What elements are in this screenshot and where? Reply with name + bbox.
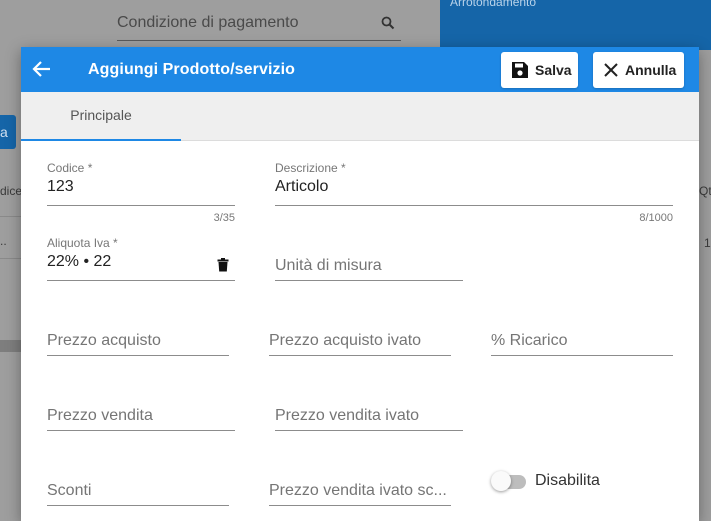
- unita-misura-underline: [275, 280, 463, 281]
- aliquota-iva-select[interactable]: Aliquota Iva * 22% • 22: [47, 236, 235, 282]
- aliquota-iva-underline: [47, 280, 235, 281]
- background-rounding-panel: Arrotondamento: [440, 0, 711, 50]
- arrow-left-icon[interactable]: [31, 58, 53, 80]
- search-icon: [381, 16, 395, 30]
- ricarico-placeholder: % Ricarico: [491, 332, 568, 349]
- sconti-underline: [47, 505, 229, 506]
- aliquota-iva-label: Aliquota Iva *: [47, 236, 118, 250]
- background-left-button: a: [0, 115, 16, 149]
- descrizione-value: Articolo: [275, 178, 329, 195]
- descrizione-counter: 8/1000: [639, 212, 673, 224]
- dialog-header: Aggiungi Prodotto/servizio Salva Annulla: [21, 47, 699, 92]
- prezzo-vendita-input[interactable]: Prezzo vendita: [47, 407, 235, 432]
- disabilita-toggle[interactable]: Disabilita: [491, 471, 611, 495]
- prezzo-acquisto-ivato-placeholder: Prezzo acquisto ivato: [269, 332, 422, 349]
- aliquota-iva-value: 22% • 22: [47, 253, 112, 270]
- codice-underline: [47, 205, 235, 206]
- prezzo-vendita-ivato-input[interactable]: Prezzo vendita ivato: [275, 407, 463, 432]
- prezzo-vendita-underline: [47, 430, 235, 431]
- prezzo-vendita-ivato-underline: [275, 430, 463, 431]
- background-right-row-text: 1: [704, 236, 711, 250]
- background-panel-label: Arrotondamento: [450, 0, 537, 9]
- toggle-thumb: [491, 471, 511, 491]
- trash-icon[interactable]: [217, 258, 229, 272]
- tab-principale[interactable]: Principale: [21, 92, 181, 141]
- background-divider: [0, 216, 21, 217]
- tab-bar: Principale: [21, 92, 699, 141]
- background-right-strip: Qt 1: [699, 50, 711, 521]
- background-band: [0, 340, 21, 352]
- unita-misura-placeholder: Unità di misura: [275, 257, 382, 274]
- codice-counter: 3/35: [213, 212, 235, 224]
- ricarico-input[interactable]: % Ricarico: [491, 332, 673, 357]
- background-right-column-header: Qt: [699, 184, 711, 198]
- prezzo-acquisto-ivato-input[interactable]: Prezzo acquisto ivato: [269, 332, 451, 357]
- close-icon: [603, 62, 619, 78]
- background-column-header: dice: [0, 184, 23, 198]
- cancel-button[interactable]: Annulla: [593, 52, 684, 88]
- unita-misura-input[interactable]: Unità di misura: [275, 257, 463, 282]
- background-search-label: Condizione di pagamento: [117, 14, 299, 31]
- codice-label: Codice *: [47, 161, 93, 175]
- add-product-dialog: Aggiungi Prodotto/servizio Salva Annulla: [21, 47, 699, 521]
- descrizione-label: Descrizione *: [275, 161, 346, 175]
- prezzo-acquisto-input[interactable]: Prezzo acquisto: [47, 332, 229, 357]
- ricarico-underline: [491, 355, 673, 356]
- sconti-placeholder: Sconti: [47, 482, 92, 499]
- prezzo-vendita-ivato-placeholder: Prezzo vendita ivato: [275, 407, 420, 424]
- descrizione-field[interactable]: Descrizione * Articolo 8/1000: [275, 161, 673, 224]
- save-button[interactable]: Salva: [501, 52, 578, 88]
- floppy-disk-icon: [511, 61, 529, 79]
- prezzo-acquisto-ivato-underline: [269, 355, 451, 356]
- prezzo-acquisto-placeholder: Prezzo acquisto: [47, 332, 161, 349]
- descrizione-underline: [275, 205, 673, 206]
- background-row-text: ..: [0, 234, 7, 248]
- prezzo-vendita-ivato-scontato-placeholder: Prezzo vendita ivato sc...: [269, 482, 447, 499]
- dialog-title: Aggiungi Prodotto/servizio: [88, 61, 296, 78]
- background-search-field: Condizione di pagamento: [117, 10, 401, 41]
- prezzo-acquisto-underline: [47, 355, 229, 356]
- sconti-input[interactable]: Sconti: [47, 482, 229, 507]
- codice-field[interactable]: Codice * 123 3/35: [47, 161, 235, 224]
- disabilita-label: Disabilita: [535, 472, 600, 489]
- save-button-label: Salva: [535, 62, 572, 78]
- active-tab-indicator: [21, 139, 181, 141]
- codice-value: 123: [47, 178, 74, 195]
- prezzo-vendita-ivato-scontato-input[interactable]: Prezzo vendita ivato sc...: [269, 482, 451, 507]
- prezzo-vendita-ivato-scontato-underline: [269, 505, 451, 506]
- tab-label: Principale: [70, 107, 132, 123]
- cancel-button-label: Annulla: [625, 62, 677, 78]
- prezzo-vendita-placeholder: Prezzo vendita: [47, 407, 153, 424]
- background-divider: [0, 258, 21, 259]
